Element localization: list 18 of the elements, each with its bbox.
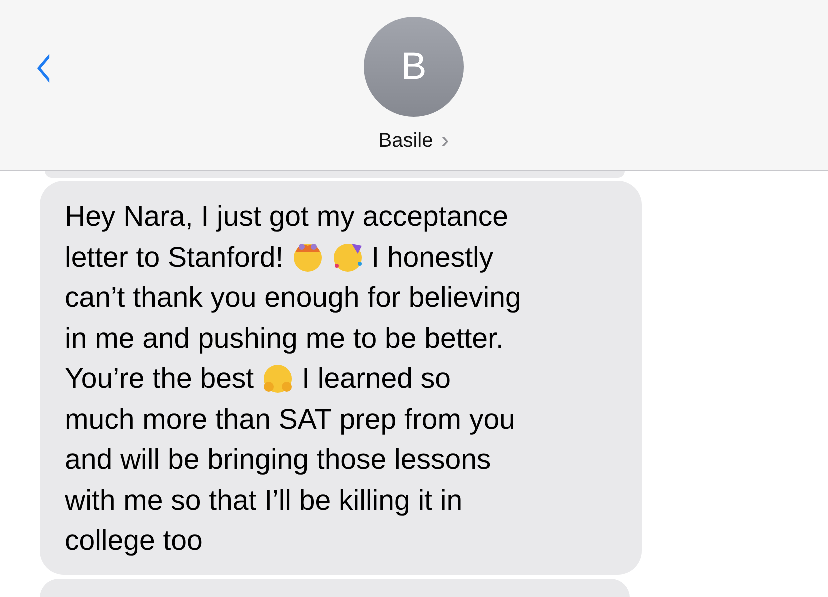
back-button[interactable]: ‹ bbox=[34, 30, 54, 100]
emoji-icon bbox=[262, 363, 294, 396]
message-text: Hey Nara, I just got my acceptance bbox=[65, 200, 509, 235]
message-text: and will be bringing those lessons bbox=[65, 443, 492, 478]
message-text: college too bbox=[65, 524, 203, 559]
emoji-icon bbox=[292, 242, 324, 274]
message-text: You’re the best bbox=[65, 362, 254, 397]
contact-avatar[interactable]: B bbox=[364, 17, 464, 117]
contact-name[interactable]: Basile bbox=[378, 130, 434, 152]
message-text: I honestly bbox=[372, 240, 494, 276]
message-text: much more than SAT prep from you bbox=[65, 402, 516, 438]
message-text: can’t thank you enough for believing bbox=[65, 281, 522, 316]
message-text: in me and pushing me to be better. bbox=[65, 322, 504, 356]
message-text: I learned so bbox=[302, 362, 452, 397]
message-text: with me so that I’ll be killing it in bbox=[65, 484, 463, 518]
message-text: letter to Stanford! bbox=[65, 240, 284, 276]
emoji-icon bbox=[332, 242, 364, 274]
chevron-icon[interactable]: › bbox=[441, 127, 450, 155]
